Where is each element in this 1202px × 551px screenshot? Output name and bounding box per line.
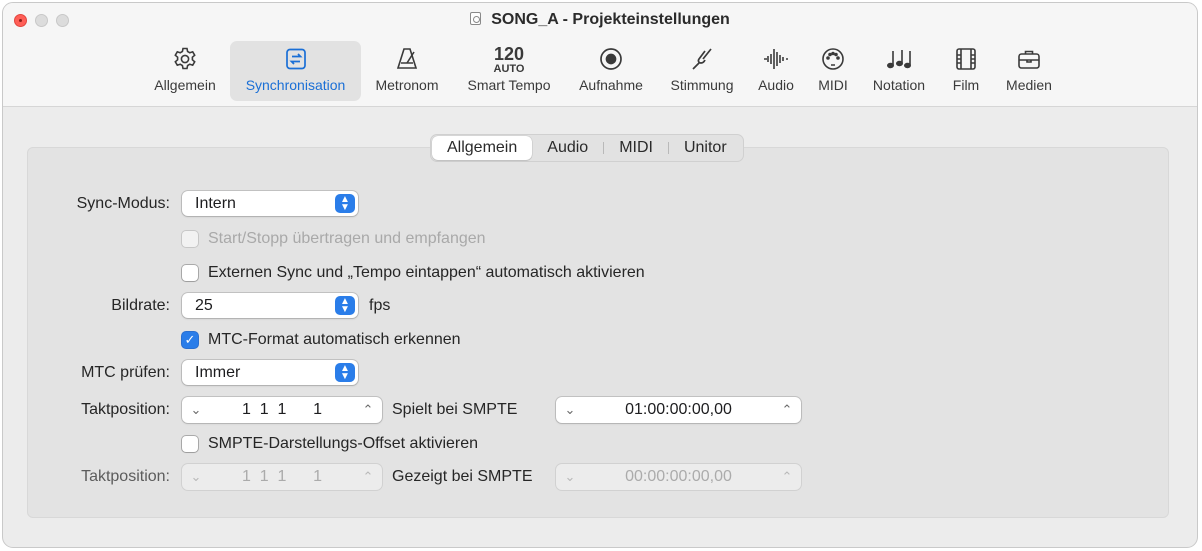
window-title: SONG_A - Projekteinstellungen — [3, 11, 1197, 29]
frame-rate-popup[interactable]: 25 ▲ ▼ — [182, 293, 358, 318]
external-sync-label: Externen Sync und „Tempo eintappen“ auto… — [208, 264, 645, 281]
toolbar-label: Allgemein — [154, 77, 216, 93]
tuning-fork-icon — [689, 45, 715, 73]
bar-position-label: Taktposition: — [81, 401, 170, 418]
toolbar-item-notation[interactable]: Notation — [865, 41, 933, 101]
toolbar-item-midi[interactable]: MIDI — [808, 41, 858, 101]
frame-rate-label: Bildrate: — [111, 297, 170, 314]
metronome-icon — [394, 45, 420, 73]
toolbar-item-metronom[interactable]: Metronom — [367, 41, 447, 101]
start-stop-label: Start/Stopp übertragen und empfangen — [208, 230, 486, 247]
sync-icon — [283, 45, 309, 73]
chevron-updown-icon: ▲ ▼ — [335, 363, 355, 382]
toolbar-item-synchronisation[interactable]: Synchronisation — [230, 41, 361, 101]
frame-rate-unit: fps — [369, 297, 391, 314]
tempo-value: 120 — [493, 44, 525, 64]
sync-mode-value: Intern — [195, 195, 236, 212]
bar-position-stepper[interactable]: ⌄ 1 1 1 1 ⌃ — [182, 397, 382, 423]
mtc-detect-label: MTC-Format automatisch erkennen — [208, 331, 461, 348]
chevron-updown-icon: ▲ ▼ — [335, 194, 355, 213]
document-icon — [470, 12, 482, 25]
mtc-detect-checkbox[interactable]: ✓ — [182, 332, 198, 348]
chevron-updown-icon: ▲ ▼ — [335, 296, 355, 315]
smpte-offset-checkbox[interactable] — [182, 436, 198, 452]
briefcase-icon — [1016, 45, 1042, 73]
bar-position-display-stepper: ⌄ 1 1 1 1 ⌃ — [182, 464, 382, 490]
bar-position-display-label: Taktposition: — [81, 468, 170, 485]
toolbar-label: MIDI — [818, 77, 848, 93]
toolbar-label: Medien — [1006, 77, 1052, 93]
external-sync-checkbox[interactable] — [182, 265, 198, 281]
sync-mode-label: Sync-Modus: — [76, 195, 170, 212]
toolbar-item-smart-tempo[interactable]: 120 AUTO Smart Tempo — [457, 41, 561, 101]
midi-port-icon — [820, 45, 846, 73]
smpte-offset-label: SMPTE-Darstellungs-Offset aktivieren — [208, 435, 479, 452]
toolbar-item-aufnahme[interactable]: Aufnahme — [571, 41, 651, 101]
film-icon — [953, 45, 979, 73]
mtc-check-value: Immer — [195, 364, 241, 381]
toolbar-item-film[interactable]: Film — [941, 41, 991, 101]
notes-icon — [886, 45, 912, 73]
tab-audio[interactable]: Audio — [532, 136, 603, 160]
mtc-check-label: MTC prüfen: — [81, 364, 170, 381]
sub-tab-bar: Allgemein Audio MIDI Unitor — [430, 134, 744, 162]
mtc-detect-checkbox-row[interactable]: ✓ MTC-Format automatisch erkennen — [182, 331, 461, 349]
record-icon — [598, 45, 624, 73]
sync-mode-popup[interactable]: Intern ▲ ▼ — [182, 191, 358, 216]
tab-midi[interactable]: MIDI — [604, 136, 668, 160]
toolbar-label: Aufnahme — [579, 77, 643, 93]
settings-toolbar: Allgemein Synchronisation Metronom 120 A… — [3, 41, 1197, 103]
toolbar-label: Audio — [758, 77, 794, 93]
chevron-up-icon: ⌃ — [362, 469, 374, 484]
chevron-down-icon[interactable]: ⌄ — [185, 397, 207, 423]
display-at-smpte-label: Gezeigt bei SMPTE — [392, 468, 533, 485]
play-smpte-value[interactable]: 01:00:00:00,00 — [584, 397, 773, 423]
mtc-check-popup[interactable]: Immer ▲ ▼ — [182, 360, 358, 385]
start-stop-checkbox-row: Start/Stopp übertragen und empfangen — [182, 230, 486, 248]
tab-allgemein[interactable]: Allgemein — [432, 136, 533, 160]
waveform-icon — [763, 45, 789, 73]
display-smpte-value: 00:00:00:00,00 — [625, 468, 732, 485]
smart-tempo-icon: 120 AUTO — [493, 44, 525, 75]
toolbar-label: Synchronisation — [245, 77, 346, 93]
toolbar-item-allgemein[interactable]: Allgemein — [143, 41, 227, 101]
chevron-up-icon[interactable]: ⌃ — [357, 397, 379, 423]
chevron-down-icon[interactable]: ⌄ — [559, 397, 581, 423]
toolbar-item-audio[interactable]: Audio — [751, 41, 801, 101]
chevron-up-icon[interactable]: ⌃ — [776, 397, 798, 423]
tab-unitor[interactable]: Unitor — [669, 136, 742, 160]
toolbar-item-medien[interactable]: Medien — [999, 41, 1059, 101]
bar-position-display-value: 1 1 1 1 — [241, 468, 323, 485]
start-stop-checkbox — [182, 231, 198, 247]
bar-position-value[interactable]: 1 1 1 1 — [210, 397, 354, 423]
external-sync-checkbox-row[interactable]: Externen Sync und „Tempo eintappen“ auto… — [182, 264, 645, 282]
play-at-smpte-label: Spielt bei SMPTE — [392, 401, 518, 418]
frame-rate-value: 25 — [195, 297, 213, 314]
display-smpte-stepper: ⌄ 00:00:00:00,00 ⌃ — [556, 464, 801, 490]
toolbar-item-stimmung[interactable]: Stimmung — [662, 41, 742, 101]
toolbar-label: Metronom — [375, 77, 439, 93]
gear-icon — [172, 45, 198, 73]
play-smpte-stepper[interactable]: ⌄ 01:00:00:00,00 ⌃ — [556, 397, 801, 423]
toolbar-label: Notation — [872, 77, 926, 93]
chevron-down-icon: ⌄ — [564, 469, 576, 484]
chevron-up-icon: ⌃ — [781, 469, 793, 484]
smpte-offset-checkbox-row[interactable]: SMPTE-Darstellungs-Offset aktivieren — [182, 435, 478, 453]
window-title-text: SONG_A - Projekteinstellungen — [491, 11, 730, 28]
toolbar-label: Film — [952, 77, 980, 93]
titlebar: SONG_A - Projekteinstellungen Allgemein … — [3, 3, 1197, 107]
toolbar-label: Smart Tempo — [467, 77, 551, 93]
chevron-down-icon: ⌄ — [190, 469, 202, 484]
tempo-mode: AUTO — [493, 63, 525, 75]
toolbar-label: Stimmung — [670, 77, 734, 93]
